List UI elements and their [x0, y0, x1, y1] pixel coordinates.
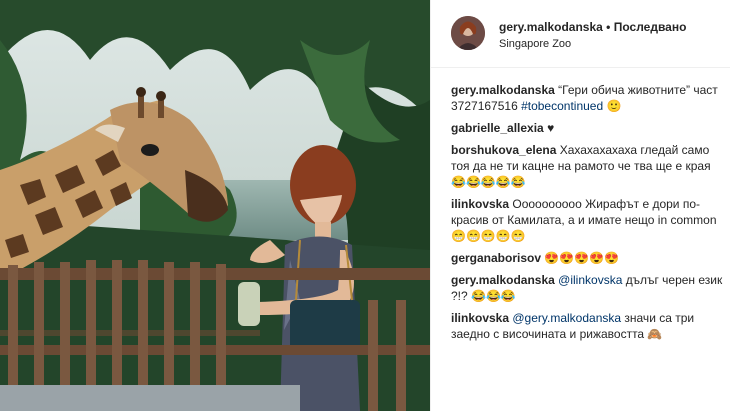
comment-item: ilinkovska Оооооооооо Жирафът е дори по-… [451, 196, 723, 244]
comment-text: 😍😍😍😍😍 [544, 251, 620, 265]
comment-username[interactable]: gabrielle_allexia [451, 121, 544, 135]
post-username[interactable]: gery.malkodanska [499, 20, 603, 34]
header-user-line: gery.malkodanska • Последвано [499, 20, 686, 34]
hashtag-link[interactable]: #tobecontinued [521, 99, 603, 113]
comment-emoji: 🙂 [603, 99, 622, 113]
comment-item: gery.malkodanska “Гери обича животните” … [451, 82, 723, 114]
mention-link[interactable]: @gery.malkodanska [512, 311, 621, 325]
post-photo[interactable] [0, 0, 430, 411]
mention-link[interactable]: @ilinkovska [558, 273, 622, 287]
comment-item: borshukova_elena Хахахахахаха гледай сам… [451, 142, 723, 190]
comments-list: gery.malkodanska “Гери обича животните” … [451, 82, 723, 348]
comment-item: gabrielle_allexia ♥ [451, 120, 723, 136]
comment-item: ilinkovska @gery.malkodanska значи са тр… [451, 310, 723, 342]
photo-illustration [0, 0, 430, 411]
comment-username[interactable]: borshukova_elena [451, 143, 556, 157]
comment-item: gerganaborisov 😍😍😍😍😍 [451, 250, 723, 266]
avatar[interactable] [451, 16, 485, 50]
comment-username[interactable]: gery.malkodanska [451, 83, 555, 97]
post-location[interactable]: Singapore Zoo [499, 38, 571, 50]
comment-text: ♥ [547, 121, 555, 135]
comment-username[interactable]: gerganaborisov [451, 251, 541, 265]
instagram-post-view: gery.malkodanska • Последвано Singapore … [0, 0, 730, 411]
comment-username[interactable]: ilinkovska [451, 311, 509, 325]
post-sidebar: gery.malkodanska • Последвано Singapore … [430, 0, 730, 411]
post-header: gery.malkodanska • Последвано Singapore … [431, 0, 730, 68]
avatar-image [451, 16, 485, 50]
comment-username[interactable]: gery.malkodanska [451, 273, 555, 287]
comment-item: gery.malkodanska @ilinkovska дълъг черен… [451, 272, 723, 304]
follow-status-button[interactable]: Последвано [614, 20, 687, 34]
header-separator: • [606, 20, 611, 34]
comment-username[interactable]: ilinkovska [451, 197, 509, 211]
